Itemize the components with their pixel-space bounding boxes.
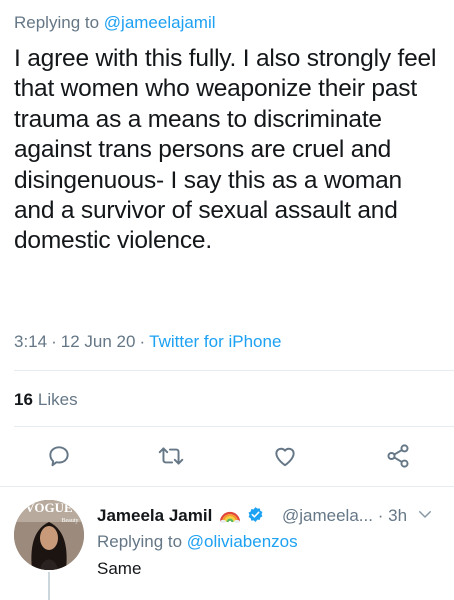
tweet-date[interactable]: 12 Jun 20 <box>61 332 136 351</box>
meta-separator: · <box>139 332 146 351</box>
likes-stat[interactable]: 16 Likes <box>14 390 78 410</box>
divider <box>0 486 454 487</box>
reply-author[interactable]: Jameela Jamil <box>97 506 264 528</box>
avatar[interactable]: VOGUE Beauty <box>14 500 84 570</box>
rainbow-emoji <box>219 507 241 528</box>
replying-to-label: Replying to <box>97 532 187 551</box>
reply-text: Same <box>97 559 142 578</box>
verified-badge-icon <box>247 506 264 528</box>
likes-count: 16 <box>14 390 33 409</box>
meta-separator: · <box>51 332 57 351</box>
avatar-image: VOGUE Beauty <box>14 500 84 570</box>
thread-line <box>48 572 50 600</box>
likes-label: Likes <box>37 390 78 409</box>
avatar-logo-text: VOGUE <box>25 500 72 515</box>
reply-replying-to: Replying to @oliviabenzos <box>97 532 298 552</box>
replying-to-label: Replying to <box>14 13 104 32</box>
tweet-text: I agree with this fully. I also strongly… <box>14 45 437 255</box>
avatar-logo-subtext: Beauty <box>62 518 79 524</box>
heart-icon <box>275 447 295 467</box>
reply-author-name: Jameela Jamil <box>97 506 213 525</box>
divider <box>14 370 454 371</box>
retweet-icon <box>158 447 184 465</box>
reply-author-handle[interactable]: @jameela... <box>282 506 373 525</box>
share-button[interactable] <box>383 441 413 471</box>
reply-author-meta: @jameela... · 3h <box>282 506 407 526</box>
reply-icon <box>49 446 69 467</box>
tweet-replying-to: Replying to @jameelajamil <box>14 13 216 33</box>
more-options-button[interactable] <box>416 505 434 528</box>
divider <box>14 426 454 427</box>
like-button[interactable] <box>270 441 300 471</box>
reply-time[interactable]: 3h <box>388 506 407 525</box>
reply-button[interactable] <box>44 441 74 471</box>
retweet-button[interactable] <box>156 441 186 471</box>
chevron-down-icon <box>419 511 431 518</box>
share-icon <box>387 444 409 468</box>
tweet-time: 3:14 <box>14 332 48 351</box>
tweet-meta: 3:14 · 12 Jun 20 · Twitter for iPhone <box>14 332 281 352</box>
replying-to-handle-link[interactable]: @oliviabenzos <box>187 532 298 551</box>
replying-to-handle-link[interactable]: @jameelajamil <box>104 13 216 32</box>
meta-separator: · <box>377 506 384 525</box>
tweet-source-link[interactable]: Twitter for iPhone <box>149 332 281 351</box>
